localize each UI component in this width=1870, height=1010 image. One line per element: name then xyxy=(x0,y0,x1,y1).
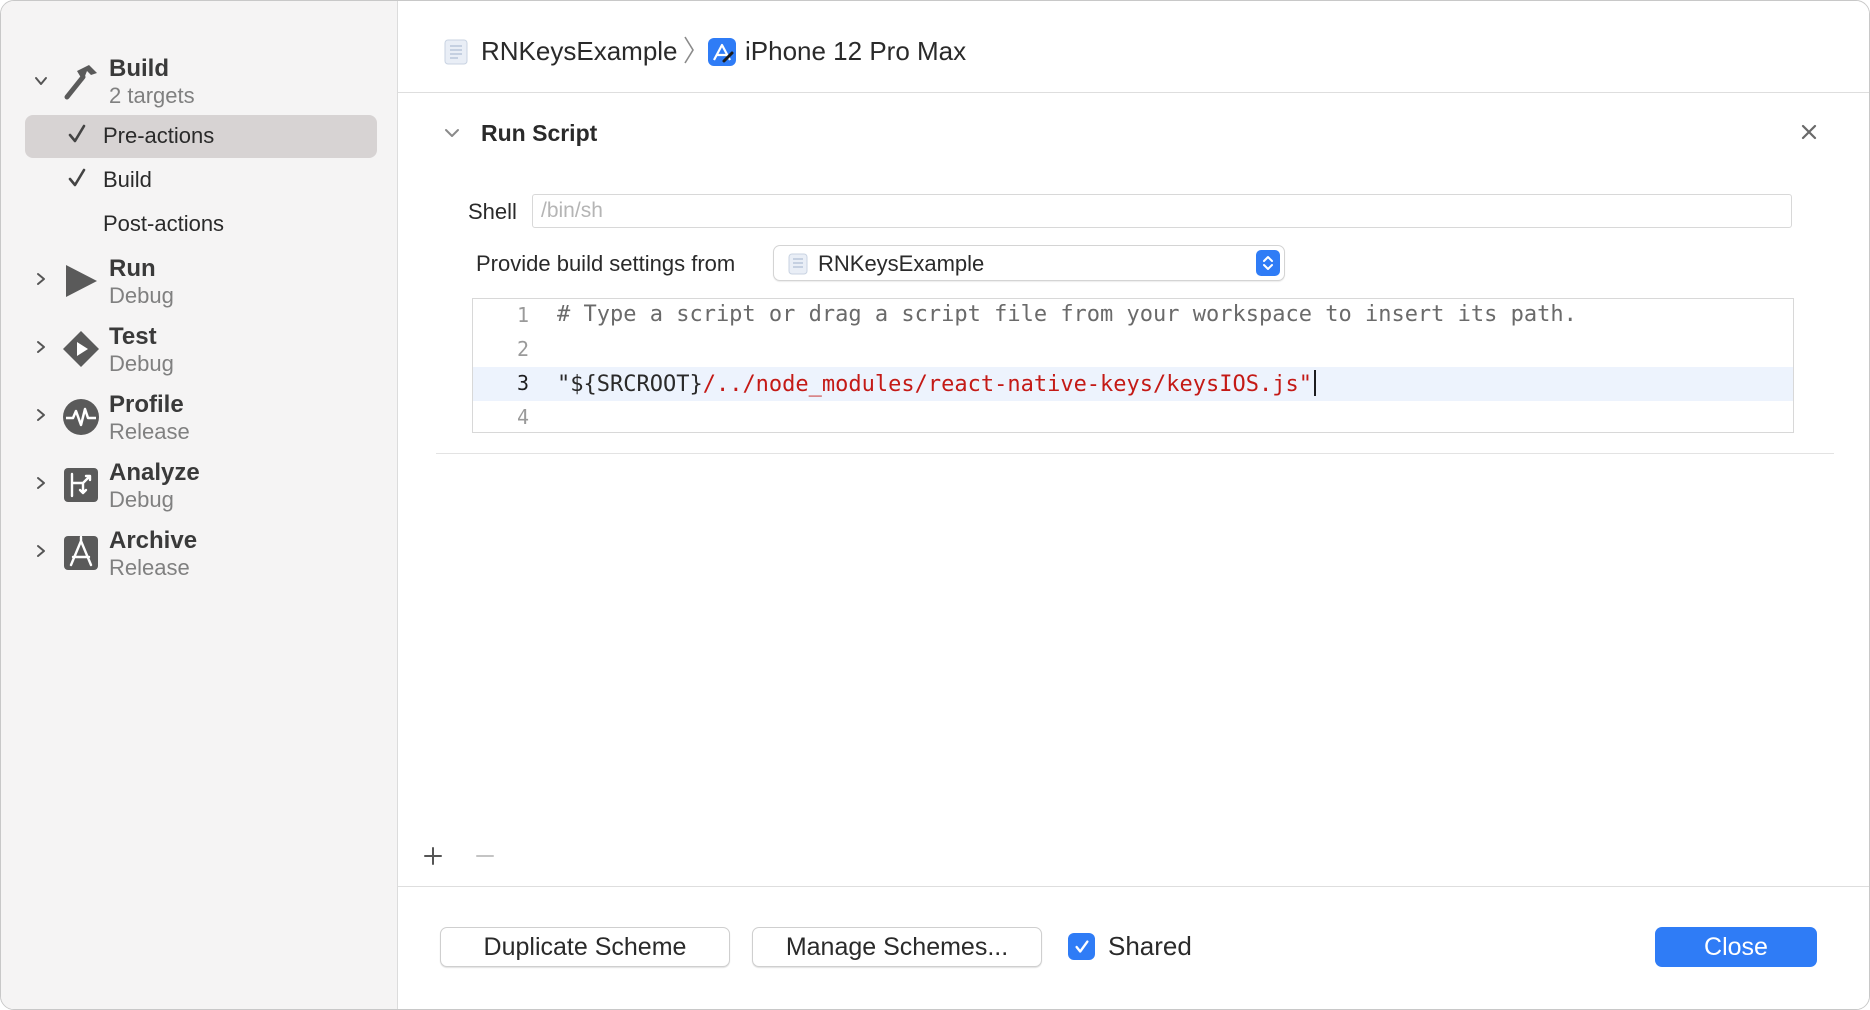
shell-label: Shell xyxy=(468,199,517,224)
action-title: Run xyxy=(109,255,156,282)
action-title: Test xyxy=(109,323,157,350)
script-line: 2 xyxy=(473,333,1793,367)
dialog-footer: Duplicate Scheme Manage Schemes... Share… xyxy=(398,886,1869,1009)
sidebar-item-label: Build xyxy=(103,167,152,192)
sidebar-action-build[interactable]: Build 2 targets xyxy=(1,53,398,113)
shared-label: Shared xyxy=(1108,931,1192,961)
simulator-icon xyxy=(707,37,737,67)
build-settings-label: Provide build settings from xyxy=(476,251,736,276)
action-title: Archive xyxy=(109,527,198,554)
sidebar-item-pre-actions[interactable]: Pre-actions xyxy=(25,115,377,158)
checkmark-icon xyxy=(67,167,89,191)
manage-schemes-button[interactable]: Manage Schemes... xyxy=(752,927,1042,967)
action-subtitle: Debug xyxy=(109,351,174,376)
action-title: Profile xyxy=(109,391,184,418)
script-text: "${SRCROOT}/../node_modules/react-native… xyxy=(557,370,1316,397)
breadcrumb-separator-icon xyxy=(682,35,696,65)
sidebar-item-label: Post-actions xyxy=(103,211,225,236)
breadcrumb-project[interactable]: RNKeysExample xyxy=(481,36,678,67)
action-subtitle: Release xyxy=(109,419,190,444)
action-subtitle: 2 targets xyxy=(109,83,195,108)
script-editor[interactable]: 1 # Type a script or drag a script file … xyxy=(472,298,1794,433)
hammer-icon xyxy=(61,61,101,101)
line-number: 1 xyxy=(516,303,529,327)
project-file-icon xyxy=(444,39,468,65)
chevron-right-icon[interactable] xyxy=(31,541,51,561)
action-subtitle: Debug xyxy=(109,487,174,512)
sidebar-action-test[interactable]: Test Debug xyxy=(1,321,398,381)
analyze-icon xyxy=(61,465,101,505)
chevron-right-icon[interactable] xyxy=(31,269,51,289)
sidebar-item-label: Pre-actions xyxy=(103,123,215,148)
add-action-button[interactable] xyxy=(420,843,446,869)
play-icon xyxy=(61,261,101,301)
sidebar-action-archive[interactable]: Archive Release xyxy=(1,525,398,585)
script-srcroot-variable: "${SRCROOT} xyxy=(557,372,703,397)
checkbox-checked-icon[interactable] xyxy=(1068,933,1095,960)
script-line: 1 # Type a script or drag a script file … xyxy=(473,299,1793,333)
close-icon[interactable] xyxy=(1798,121,1820,143)
close-button[interactable]: Close xyxy=(1655,927,1817,967)
action-title: Build xyxy=(109,55,169,82)
collapse-chevron-icon[interactable] xyxy=(442,123,462,143)
sidebar-action-profile[interactable]: Profile Release xyxy=(1,389,398,449)
breadcrumb-device[interactable]: iPhone 12 Pro Max xyxy=(745,36,966,67)
breadcrumb: RNKeysExample iPhone 12 Pro Max xyxy=(398,1,1869,93)
up-down-chevron-icon xyxy=(1256,250,1280,276)
sidebar-action-run[interactable]: Run Debug xyxy=(1,253,398,313)
text-caret xyxy=(1313,370,1316,396)
script-line-current: 3 "${SRCROOT}/../node_modules/react-nati… xyxy=(473,367,1793,401)
build-settings-value: RNKeysExample xyxy=(818,251,985,276)
line-number: 3 xyxy=(516,371,529,395)
script-comment: # Type a script or drag a script file fr… xyxy=(557,302,1577,327)
scheme-actions-sidebar: Build 2 targets Pre-actions Build Post-a… xyxy=(1,1,398,1009)
sidebar-action-analyze[interactable]: Analyze Debug xyxy=(1,457,398,517)
chevron-right-icon[interactable] xyxy=(31,405,51,425)
remove-action-button[interactable] xyxy=(472,843,498,869)
sidebar-item-build[interactable]: Build xyxy=(25,159,377,202)
scheme-editor-window: Build 2 targets Pre-actions Build Post-a… xyxy=(0,0,1870,1010)
archive-icon xyxy=(61,533,101,573)
action-title: Analyze xyxy=(109,459,200,486)
scheme-detail-pane: RNKeysExample iPhone 12 Pro Max Run Scri… xyxy=(398,1,1869,1009)
sidebar-item-post-actions[interactable]: Post-actions xyxy=(25,203,377,246)
checkmark-icon xyxy=(67,123,89,147)
line-number: 4 xyxy=(516,405,529,429)
chevron-down-icon[interactable] xyxy=(31,71,51,91)
test-diamond-icon xyxy=(61,329,101,369)
line-number: 2 xyxy=(516,337,529,361)
chevron-right-icon[interactable] xyxy=(31,337,51,357)
build-settings-select[interactable]: RNKeysExample xyxy=(773,245,1285,281)
chevron-right-icon[interactable] xyxy=(31,473,51,493)
run-script-title: Run Script xyxy=(481,120,598,146)
shell-input[interactable] xyxy=(532,194,1792,228)
script-path-string: /../node_modules/react-native-keys/keysI… xyxy=(702,372,1312,397)
action-subtitle: Debug xyxy=(109,283,174,308)
profile-waveform-icon xyxy=(61,397,101,437)
script-line: 4 xyxy=(473,401,1793,435)
project-file-icon xyxy=(788,253,808,275)
duplicate-scheme-button[interactable]: Duplicate Scheme xyxy=(440,927,730,967)
action-subtitle: Release xyxy=(109,555,190,580)
divider xyxy=(436,453,1834,454)
